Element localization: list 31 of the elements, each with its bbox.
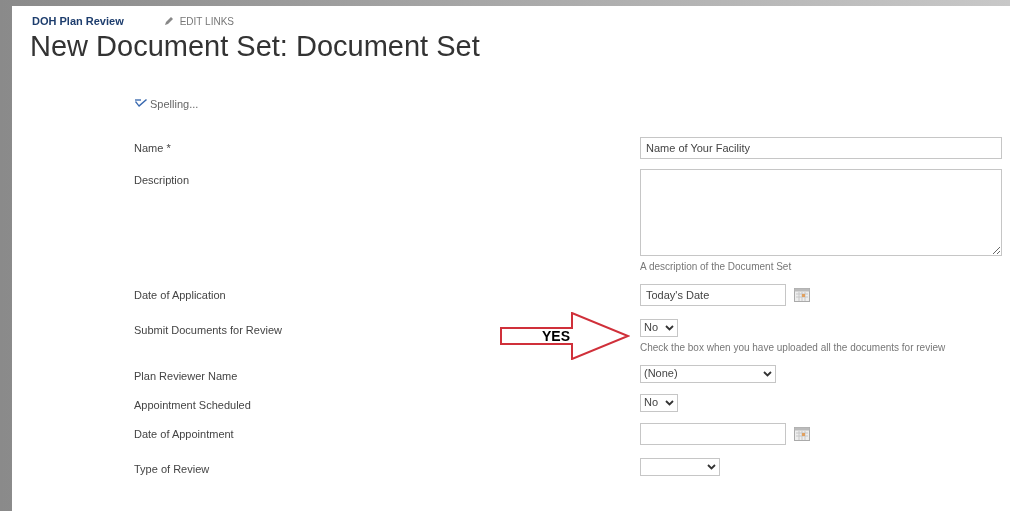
caret-icon	[707, 463, 716, 470]
edit-links-link[interactable]: EDIT LINKS	[163, 13, 234, 29]
page-title: New Document Set: Document Set	[30, 29, 481, 64]
text-field[interactable]: Name of Your Facility	[640, 136, 1002, 159]
field-label: Appointment Scheduled	[134, 398, 251, 411]
field-label: Submit Documents for Review	[134, 323, 282, 336]
field-label: Name *	[134, 141, 171, 154]
field-label: Date of Application	[134, 288, 226, 301]
spelling-button[interactable]: Spelling...	[134, 96, 199, 113]
date-field[interactable]	[640, 422, 786, 445]
text-area[interactable]	[640, 168, 1002, 256]
site-link[interactable]: DOH Plan Review	[32, 12, 124, 30]
field-label: Date of Appointment	[134, 427, 234, 440]
dropdown[interactable]	[640, 457, 720, 476]
hint-text: Check the box when you have uploaded all the documents for review	[640, 340, 946, 355]
caret-icon	[763, 370, 772, 377]
hint-text: A description of the Document Set	[640, 259, 793, 274]
callout-text: YES	[542, 326, 570, 346]
calendar-icon[interactable]	[794, 287, 810, 302]
date-field[interactable]: Today's Date	[640, 283, 786, 306]
field-label: Type of Review	[134, 462, 210, 475]
caret-icon	[665, 324, 674, 331]
dropdown[interactable]: No	[640, 393, 678, 412]
dropdown[interactable]: No	[640, 318, 678, 337]
spellcheck-icon	[134, 99, 148, 110]
field-label: Description	[134, 173, 190, 186]
calendar-icon[interactable]	[794, 426, 810, 441]
caret-icon	[665, 399, 674, 406]
pencil-icon	[163, 16, 174, 26]
dropdown[interactable]: (None)	[640, 364, 776, 383]
field-label: Plan Reviewer Name	[134, 369, 238, 382]
